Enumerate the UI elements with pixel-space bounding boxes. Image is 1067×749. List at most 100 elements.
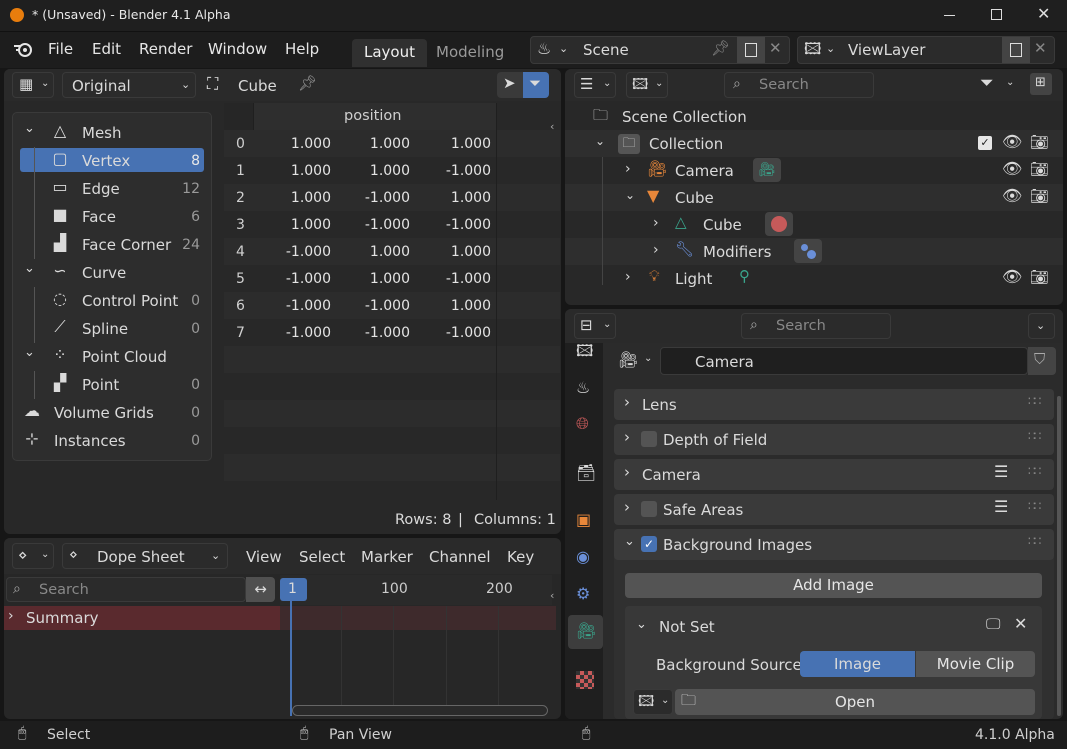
eye-icon[interactable]: 👁︎ bbox=[1002, 188, 1022, 204]
safe-areas-checkbox[interactable] bbox=[641, 501, 657, 517]
dof-checkbox[interactable] bbox=[641, 431, 657, 447]
dopesheet-menu-marker[interactable]: Marker bbox=[361, 548, 413, 566]
outliner-row-camera[interactable]: › 🎥︎ Camera 🎥︎ 👁︎ 📷︎ bbox=[565, 157, 1063, 184]
image-browse-button[interactable]: 🖾 ⌄ bbox=[633, 689, 673, 715]
chevron-down-icon[interactable]: ⌄ bbox=[636, 618, 647, 631]
monitor-icon[interactable]: 🖵 bbox=[986, 617, 1000, 632]
bg-source-image-option[interactable]: Image bbox=[800, 651, 915, 677]
add-image-button[interactable]: Add Image bbox=[625, 573, 1042, 598]
outliner-row-cube-mesh[interactable]: › △ Cube bbox=[565, 211, 1063, 238]
camera-data-icon[interactable]: 🎥︎ bbox=[753, 158, 781, 182]
dopesheet-menu-channel[interactable]: Channel bbox=[429, 548, 491, 566]
close-window-icon[interactable]: ✕ bbox=[1037, 6, 1050, 22]
filter-toggle[interactable]: ⏷ bbox=[523, 72, 549, 98]
dopesheet-menu-view[interactable]: View bbox=[246, 548, 282, 566]
panel-background-images-header[interactable]: ⌄ ✓ Background Images ∷∷ bbox=[614, 529, 1054, 560]
viewlayer-selector[interactable]: 🖾 ⌄ ViewLayer ✕ bbox=[797, 36, 1055, 64]
panel-camera[interactable]: › Camera ☰ ∷∷ bbox=[614, 459, 1054, 490]
chevron-right-icon[interactable]: › bbox=[653, 216, 659, 230]
properties-editor-type[interactable]: ⊟ ⌄ bbox=[574, 313, 616, 339]
dopesheet-mode-dropdown[interactable]: ⋄ Dope Sheet ⌄ bbox=[62, 543, 228, 569]
domain-item-point[interactable]: ▞ Point 0 bbox=[12, 371, 212, 399]
new-scene-icon[interactable] bbox=[737, 37, 765, 63]
bg-source-movie-option[interactable]: Movie Clip bbox=[916, 651, 1035, 677]
dopesheet-search-input[interactable]: ⌕ Search bbox=[6, 577, 246, 602]
fake-user-button[interactable]: ⛉ bbox=[1028, 347, 1056, 375]
menu-file[interactable]: File bbox=[48, 40, 73, 58]
camera-render-icon[interactable]: 📷︎ bbox=[1030, 135, 1049, 150]
tab-scene-icon[interactable]: ♨ bbox=[576, 380, 590, 396]
dopesheet-editor-type[interactable]: ⋄ ⌄ bbox=[12, 543, 54, 569]
domain-item-face[interactable]: ■ Face 6 bbox=[12, 203, 212, 231]
tab-constraints-icon[interactable]: ⚙︎ bbox=[576, 586, 590, 602]
domain-item-instances[interactable]: ⊹ Instances 0 bbox=[12, 427, 212, 455]
drag-handle-icon[interactable]: ∷∷ bbox=[1028, 395, 1041, 407]
blender-menu-icon[interactable] bbox=[12, 40, 34, 58]
outliner-row-modifiers[interactable]: › 🔧︎ Modifiers bbox=[565, 238, 1063, 265]
swap-arrows-icon[interactable]: ↔ bbox=[246, 577, 275, 602]
summary-channel[interactable]: › Summary bbox=[4, 606, 280, 630]
domain-item-mesh[interactable]: ⌄ △ Mesh bbox=[12, 119, 212, 147]
dopesheet-menu-select[interactable]: Select bbox=[299, 548, 345, 566]
close-icon[interactable]: ✕ bbox=[1014, 616, 1027, 632]
tab-camera-data[interactable]: 🎥︎ bbox=[568, 615, 603, 649]
eye-icon[interactable]: 👁︎ bbox=[1002, 134, 1022, 150]
menu-help[interactable]: Help bbox=[285, 40, 319, 58]
drag-handle-icon[interactable]: ∷∷ bbox=[1028, 430, 1041, 442]
tab-view-layer-icon[interactable]: 🖾 bbox=[576, 343, 593, 359]
evaluation-mode-dropdown[interactable]: Original ⌄ bbox=[62, 72, 196, 98]
tab-collection-icon[interactable]: 🗃︎ bbox=[576, 465, 596, 481]
chevron-down-icon[interactable]: ⌄ bbox=[625, 189, 635, 201]
menu-window[interactable]: Window bbox=[208, 40, 267, 58]
chevron-right-icon[interactable]: › bbox=[653, 243, 659, 257]
domain-item-curve[interactable]: ⌄ ∽ Curve bbox=[12, 259, 212, 287]
display-mode-dropdown[interactable]: 🖾 ⌄ bbox=[626, 72, 668, 98]
eye-icon[interactable]: 👁︎ bbox=[1002, 269, 1022, 285]
tab-modeling[interactable]: Modeling bbox=[424, 39, 516, 67]
properties-search-input[interactable]: ⌕ Search bbox=[741, 313, 891, 339]
eye-icon[interactable]: 👁︎ bbox=[1002, 161, 1022, 177]
outliner-row-collection[interactable]: ⌄ 🗀 Collection ✓ 👁︎ 📷︎ bbox=[565, 130, 1063, 157]
outliner-row-light[interactable]: › 💡︎ Light ⚲ 👁︎ 📷︎ bbox=[565, 265, 1063, 292]
outliner-row-cube[interactable]: ⌄ ▼ Cube 👁︎ 📷︎ bbox=[565, 184, 1063, 211]
preset-list-icon[interactable]: ☰ bbox=[994, 464, 1008, 480]
drag-handle-icon[interactable]: ∷∷ bbox=[1028, 535, 1041, 547]
exclude-checkbox[interactable]: ✓ bbox=[978, 136, 992, 150]
camera-datablock-type[interactable]: 🎥︎ ⌄ bbox=[614, 347, 656, 375]
chevron-right-icon[interactable]: › bbox=[625, 270, 631, 284]
domain-item-vertex[interactable]: ▢ Vertex 8 bbox=[12, 147, 212, 175]
properties-scrollbar[interactable] bbox=[1057, 396, 1061, 716]
domain-item-edge[interactable]: ▭ Edge 12 bbox=[12, 175, 212, 203]
select-only-toggle[interactable]: ➤ bbox=[497, 72, 523, 98]
menu-render[interactable]: Render bbox=[139, 40, 192, 58]
light-data-icon[interactable]: ⚲ bbox=[739, 269, 750, 284]
background-images-checkbox[interactable]: ✓ bbox=[641, 536, 657, 552]
camera-render-icon[interactable]: 📷︎ bbox=[1030, 162, 1049, 177]
chevron-left-icon[interactable]: ‹ bbox=[550, 590, 554, 601]
scene-selector[interactable]: ♨ ⌄ Scene 📌︎ ✕ bbox=[530, 36, 790, 64]
horizontal-scrollbar[interactable] bbox=[292, 705, 548, 716]
camera-render-icon[interactable]: 📷︎ bbox=[1030, 189, 1049, 204]
drag-handle-icon[interactable]: ∷∷ bbox=[1028, 465, 1041, 477]
chevron-down-icon[interactable]: ⌄ bbox=[595, 135, 605, 147]
camera-datablock-name[interactable]: Camera bbox=[660, 347, 1028, 375]
chevron-down-icon[interactable]: ⌄ bbox=[24, 346, 35, 359]
tab-physics-icon[interactable]: ◉ bbox=[576, 549, 590, 565]
pin-icon[interactable]: 📌︎ bbox=[711, 41, 730, 56]
domain-item-spline[interactable]: ⟋ Spline 0 bbox=[12, 315, 212, 343]
tab-texture-icon[interactable] bbox=[576, 671, 594, 689]
current-frame-indicator[interactable]: 1 bbox=[280, 578, 307, 601]
minimize-icon[interactable] bbox=[944, 15, 955, 16]
menu-edit[interactable]: Edit bbox=[92, 40, 121, 58]
panel-lens[interactable]: › Lens ∷∷ bbox=[614, 389, 1054, 420]
domain-item-point-cloud[interactable]: ⌄ ⁘ Point Cloud bbox=[12, 343, 212, 371]
tab-world-icon[interactable]: 🌐︎ bbox=[576, 416, 589, 432]
outliner-search-input[interactable]: ⌕ Search bbox=[724, 72, 874, 98]
domain-item-control-point[interactable]: ◌ Control Point 0 bbox=[12, 287, 212, 315]
open-image-button[interactable]: 🗀 Open bbox=[675, 689, 1035, 715]
properties-options-dropdown[interactable]: ⌄ bbox=[1028, 313, 1055, 339]
drag-handle-icon[interactable]: ∷∷ bbox=[1028, 500, 1041, 512]
domain-item-face-corner[interactable]: ▟ Face Corner 24 bbox=[12, 231, 212, 259]
new-collection-icon[interactable]: ⊞ bbox=[1030, 73, 1052, 95]
outliner-row-scene-collection[interactable]: 🗀 Scene Collection bbox=[565, 103, 1063, 130]
